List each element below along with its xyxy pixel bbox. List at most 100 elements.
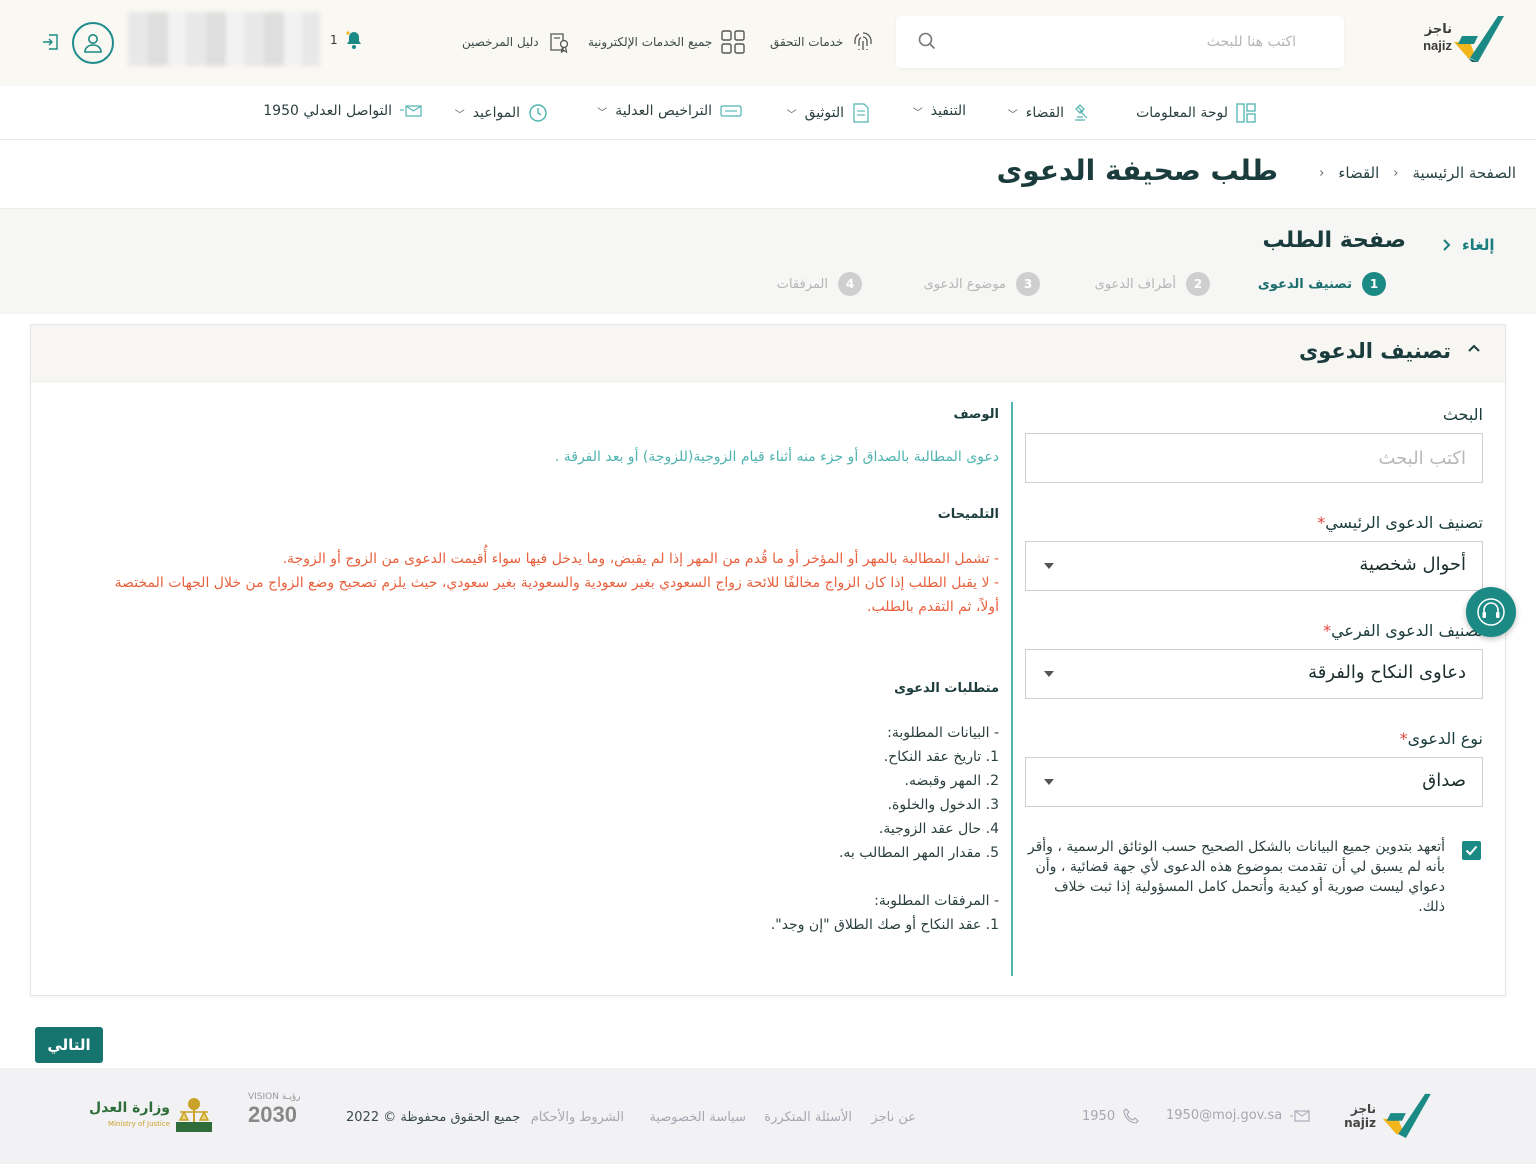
step-number: 3 (1016, 272, 1040, 296)
top-header: ناجز najiz خدمات التحقق جميع الخدمات الإ… (0, 0, 1536, 86)
nav-execution-label: التنفيذ (930, 103, 966, 119)
ministry-name-ar: وزارة العدل (89, 1100, 170, 1116)
footer-link-terms[interactable]: الشروط والأحكام (531, 1110, 624, 1125)
chevron-down-icon: ﹀ (597, 107, 608, 119)
footer-link-privacy[interactable]: سياسة الخصوصية (649, 1110, 746, 1125)
step-parties[interactable]: 2 أطراف الدعوى (1095, 272, 1210, 296)
required-data-heading: - البيانات المطلوبة: (887, 725, 999, 741)
chevron-down-icon: ﹀ (786, 109, 797, 121)
claim-type-value: صداق (1422, 770, 1466, 791)
chevron-left-icon: ‹ (1393, 165, 1399, 181)
requirements-list: - البيانات المطلوبة: 1. تاريخ عقد النكاح… (771, 721, 999, 937)
all-eservices-link[interactable]: جميع الخدمات الإلكترونية (588, 28, 746, 56)
sub-category-select[interactable]: دعاوى النكاح والفرقة (1025, 649, 1483, 699)
nav-notarization[interactable]: التوثيق ﹀ (787, 103, 870, 123)
pledge-checkbox[interactable] (1462, 841, 1481, 860)
list-item: 4. حال عقد الزوجية. (878, 821, 999, 837)
sub-category-label-text: تصنيف الدعوى الفرعي (1331, 621, 1483, 640)
classification-search-field[interactable] (1025, 433, 1483, 483)
next-button[interactable]: التالي (35, 1027, 103, 1063)
logo-text-ar: ناجز (1424, 22, 1452, 37)
footer-email[interactable]: 1950@moj.gov.sa (1166, 1108, 1310, 1123)
mail-icon (1290, 1109, 1310, 1122)
request-page-title: صفحة الطلب (1262, 228, 1406, 253)
cancel-label: إلغاء (1462, 236, 1495, 254)
search-label: البحث (1442, 405, 1483, 424)
description-text: دعوى المطالبة بالصداق أو جزء منه أثناء ق… (554, 449, 999, 465)
breadcrumb: الصفحة الرئيسية ‹ القضاء ‹ (1319, 164, 1516, 182)
claim-type-select[interactable]: صداق (1025, 757, 1483, 807)
step-subject[interactable]: 3 موضوع الدعوى (924, 272, 1040, 296)
vision-2030-logo: VISION رؤيـة 2030 (248, 1092, 312, 1136)
vision-label: VISION رؤيـة (248, 1092, 301, 1102)
support-chat-button[interactable] (1466, 587, 1516, 637)
phone-icon (1123, 1108, 1139, 1124)
user-icon (84, 34, 102, 53)
certificate-icon (550, 33, 568, 54)
chevron-up-icon[interactable] (1467, 343, 1481, 353)
nav-appointments[interactable]: المواعيد ﹀ (455, 103, 548, 123)
footer-phone-text: 1950 (1082, 1108, 1116, 1124)
nav-judicial-contact[interactable]: التواصل العدلي 1950 (263, 103, 422, 119)
notifications[interactable]: 1 (330, 30, 364, 50)
sub-category-value: دعاوى النكاح والفرقة (1308, 662, 1466, 683)
logo-text-en: najiz (1423, 38, 1452, 53)
list-item: 1. تاريخ عقد النكاح. (883, 749, 999, 765)
hint-2: - لا يقبل الطلب إذا كان الزواج مخالفًا ل… (114, 575, 999, 615)
nav-judiciary[interactable]: القضاء ﹀ (1008, 103, 1092, 123)
notification-count: 1 (330, 33, 338, 47)
chevron-down-icon: ﹀ (1007, 109, 1018, 121)
step-attachments[interactable]: 4 المرفقات (777, 272, 862, 296)
cancel-link[interactable]: إلغاء (1442, 236, 1495, 254)
breadcrumb-home[interactable]: الصفحة الرئيسية (1413, 164, 1517, 182)
chevron-down-icon: ﹀ (454, 109, 465, 121)
footer-najiz-logo[interactable]: ناجز najiz (1344, 1092, 1432, 1142)
mail-send-icon (400, 105, 422, 117)
search-icon[interactable] (918, 32, 936, 50)
dashboard-icon (1236, 103, 1256, 123)
user-avatar[interactable] (72, 22, 114, 64)
caret-down-icon (1044, 779, 1054, 785)
nav-execution[interactable]: التنفيذ ﹀ (913, 103, 966, 119)
step-number: 4 (838, 272, 862, 296)
list-item: 3. الدخول والخلوة. (887, 797, 999, 813)
step-classification[interactable]: 1 تصنيف الدعوى (1258, 272, 1386, 296)
verification-services-link[interactable]: خدمات التحقق (770, 28, 875, 56)
footer: ناجز najiz 1950@moj.gov.sa 1950 عن ناجز … (0, 1068, 1536, 1164)
page-title: طلب صحيفة الدعوى (996, 154, 1278, 187)
classification-card: تصنيف الدعوى البحث تصنيف الدعوى الرئيسي*… (30, 324, 1506, 996)
footer-link-faq[interactable]: الأسئلة المتكررة (764, 1110, 852, 1125)
nav-notarization-label: التوثيق (804, 105, 844, 121)
footer-copyright: جميع الحقوق محفوظة © 2022 (346, 1110, 521, 1125)
card-header[interactable]: تصنيف الدعوى (31, 325, 1505, 382)
logout-icon[interactable] (42, 33, 60, 51)
footer-link-about[interactable]: عن ناجز (871, 1110, 916, 1125)
chevron-right-icon (1443, 239, 1451, 251)
nav-judicial-licenses[interactable]: التراخيص العدلية ﹀ (597, 103, 742, 119)
global-search-input[interactable] (976, 28, 1296, 56)
main-category-label: تصنيف الدعوى الرئيسي* (1313, 513, 1483, 532)
nav-appointments-label: المواعيد (472, 105, 520, 121)
main-category-select[interactable]: أحوال شخصية (1025, 541, 1483, 591)
step-number: 1 (1362, 272, 1386, 296)
bell-icon[interactable] (344, 30, 364, 50)
requirements-heading: متطلبات الدعوى (894, 681, 999, 696)
chevron-left-icon: ‹ (1319, 165, 1325, 181)
chevron-down-icon: ﹀ (912, 107, 923, 119)
nav-dashboard[interactable]: لوحة المعلومات (1136, 103, 1256, 123)
vision-number: 2030 (248, 1102, 297, 1127)
grid-icon (721, 30, 746, 54)
required-mark: * (1317, 513, 1326, 532)
classification-search-input[interactable] (1026, 434, 1482, 482)
step-label: تصنيف الدعوى (1257, 276, 1352, 292)
footer-logo-ar: ناجز (1350, 1102, 1376, 1116)
gavel-icon (1075, 104, 1088, 121)
hints-heading: التلميحات (937, 507, 999, 522)
footer-phone[interactable]: 1950 (1082, 1108, 1139, 1124)
ministry-name-en: Ministry of Justice (108, 1120, 170, 1128)
najiz-logo[interactable]: ناجز najiz (1414, 14, 1504, 66)
licensed-guide-link[interactable]: دليل المرخصين (462, 28, 571, 56)
global-search[interactable] (896, 16, 1344, 68)
breadcrumb-judiciary[interactable]: القضاء (1338, 164, 1379, 182)
